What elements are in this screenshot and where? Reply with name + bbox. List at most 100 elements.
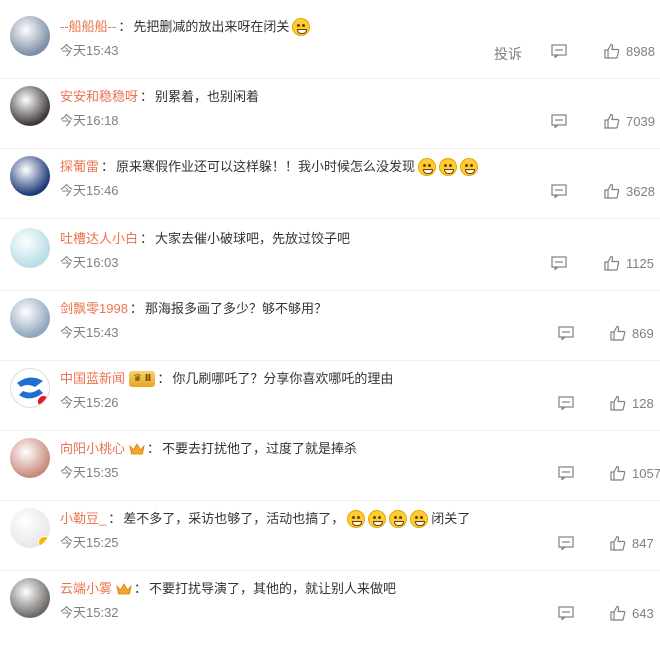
emoji-icon <box>410 510 429 528</box>
divider <box>0 360 660 361</box>
emoji-icon <box>292 18 311 36</box>
like-count: 1057 <box>632 465 660 481</box>
separator: ： <box>147 441 161 456</box>
member-badge-icon: ♛ Ⅱ <box>129 371 156 387</box>
comment-item: 吐槽达人小白：大家去催小破球吧，先放过饺子吧 今天16:03 1125 <box>0 228 660 298</box>
comment-line: 剑飘零1998：那海报多画了多少？够不够用？ <box>60 300 327 318</box>
thumbs-up-icon <box>610 535 626 551</box>
username-link[interactable]: 向阳小桃心 <box>60 440 125 458</box>
separator: ： <box>101 159 115 174</box>
timestamp: 今天15:46 <box>60 183 119 198</box>
emoji-icon <box>347 510 366 528</box>
divider <box>0 570 660 571</box>
comment-text: 先把删减的放出来呀在闭关 <box>133 19 290 34</box>
comment-item: 中国蓝新闻 ♛ Ⅱ：你几刷哪吒了？分享你喜欢哪吒的理由 今天15:26 128 <box>0 368 660 438</box>
like-count: 847 <box>632 535 654 551</box>
comment-item: 剑飘零1998：那海报多画了多少？够不够用？ 今天15:43 869 <box>0 298 660 368</box>
comment-text: 不要去打扰他了，过度了就是捧杀 <box>162 441 358 456</box>
separator: ： <box>118 19 132 34</box>
emoji-icon <box>368 510 387 528</box>
reply-icon[interactable] <box>558 536 574 550</box>
separator: ： <box>108 511 122 526</box>
reply-icon[interactable] <box>551 44 567 58</box>
crown-icon <box>116 583 132 595</box>
report-button[interactable]: 投诉 <box>494 44 522 64</box>
avatar[interactable] <box>10 298 50 338</box>
crown-icon <box>129 443 145 455</box>
verified-badge-icon <box>37 395 49 407</box>
reply-icon[interactable] <box>551 114 567 128</box>
timestamp: 今天15:43 <box>60 325 119 340</box>
comment-text: 不要打扰导演了，其他的，就让别人来做吧 <box>149 581 397 596</box>
like-count: 869 <box>632 325 654 341</box>
comment-text: 差不多了，采访也够了，活动也搞了， <box>123 511 345 526</box>
comment-text: 原来寒假作业还可以这样躲！！我小时候怎么没发现 <box>116 159 416 174</box>
comment-line: --船船船--：先把删减的放出来呀在闭关 <box>60 18 311 36</box>
comment-line: 探葡雷：原来寒假作业还可以这样躲！！我小时候怎么没发现 <box>60 158 479 176</box>
separator: ： <box>157 371 171 386</box>
avatar[interactable] <box>10 156 50 196</box>
divider <box>0 500 660 501</box>
reply-icon[interactable] <box>558 396 574 410</box>
like-button[interactable]: 1125 <box>604 255 654 271</box>
reply-icon[interactable] <box>558 606 574 620</box>
avatar[interactable] <box>10 228 50 268</box>
username-link[interactable]: 小勒豆_ <box>60 510 106 528</box>
like-button[interactable]: 869 <box>610 325 654 341</box>
comment-item: 探葡雷：原来寒假作业还可以这样躲！！我小时候怎么没发现 今天15:46 3628 <box>0 156 660 226</box>
avatar[interactable] <box>10 578 50 618</box>
comment-line: 云端小雾 ：不要打扰导演了，其他的，就让别人来做吧 <box>60 580 396 598</box>
like-count: 3628 <box>626 183 655 199</box>
username-link[interactable]: 安安和稳稳呀 <box>60 88 138 106</box>
avatar[interactable] <box>10 438 50 478</box>
reply-icon[interactable] <box>551 184 567 198</box>
like-count: 8988 <box>626 43 655 59</box>
thumbs-up-icon <box>610 395 626 411</box>
thumbs-up-icon <box>604 183 620 199</box>
username-link[interactable]: 吐槽达人小白 <box>60 230 138 248</box>
like-count: 7039 <box>626 113 655 129</box>
like-button[interactable]: 3628 <box>604 183 655 199</box>
timestamp: 今天15:32 <box>60 605 119 620</box>
emoji-icon <box>460 158 479 176</box>
avatar[interactable] <box>10 508 50 548</box>
divider <box>0 430 660 431</box>
like-button[interactable]: 1057 <box>610 465 660 481</box>
comment-item: 安安和稳稳呀：别累着，也别闲着 今天16:18 7039 <box>0 86 660 156</box>
thumbs-up-icon <box>604 255 620 271</box>
avatar[interactable] <box>10 16 50 56</box>
username-link[interactable]: --船船船-- <box>60 18 116 36</box>
like-button[interactable]: 8988 <box>604 43 655 59</box>
username-link[interactable]: 探葡雷 <box>60 158 99 176</box>
comment-line: 中国蓝新闻 ♛ Ⅱ：你几刷哪吒了？分享你喜欢哪吒的理由 <box>60 370 393 388</box>
like-button[interactable]: 643 <box>610 605 654 621</box>
comment-text: 别累着，也别闲着 <box>155 89 260 104</box>
like-button[interactable]: 7039 <box>604 113 655 129</box>
comment-item: 云端小雾 ：不要打扰导演了，其他的，就让别人来做吧 今天15:32 643 <box>0 578 660 648</box>
comment-item: 向阳小桃心 ：不要去打扰他了，过度了就是捧杀今天15:35 1057 <box>0 438 660 508</box>
divider <box>0 78 660 79</box>
separator: ： <box>140 231 154 246</box>
comment-text: 那海报多画了多少？够不够用？ <box>144 301 327 316</box>
avatar[interactable] <box>10 86 50 126</box>
reply-icon[interactable] <box>551 256 567 270</box>
reply-icon[interactable] <box>558 466 574 480</box>
avatar[interactable] <box>10 368 50 408</box>
timestamp: 今天15:35 <box>60 465 119 480</box>
emoji-icon <box>418 158 437 176</box>
emoji-icon <box>439 158 458 176</box>
timestamp: 今天16:03 <box>60 255 119 270</box>
divider <box>0 290 660 291</box>
username-link[interactable]: 剑飘零1998 <box>60 300 128 318</box>
thumbs-up-icon <box>610 605 626 621</box>
reply-icon[interactable] <box>558 326 574 340</box>
like-count: 1125 <box>626 255 654 271</box>
like-button[interactable]: 847 <box>610 535 654 551</box>
thumbs-up-icon <box>610 325 626 341</box>
username-link[interactable]: 中国蓝新闻 <box>60 370 125 388</box>
comment-item: --船船船--：先把删减的放出来呀在闭关 今天15:43 投诉 8988 <box>0 16 660 86</box>
username-link[interactable]: 云端小雾 <box>60 580 112 598</box>
like-button[interactable]: 128 <box>610 395 654 411</box>
thumbs-up-icon <box>604 113 620 129</box>
like-count: 128 <box>632 395 654 411</box>
